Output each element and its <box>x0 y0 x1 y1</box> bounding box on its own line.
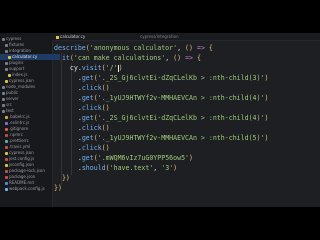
file-icon <box>5 175 8 179</box>
folder-icon <box>2 97 5 101</box>
file-icon <box>8 73 11 77</box>
file-icon <box>5 133 8 137</box>
file-icon <box>5 121 8 125</box>
file-icon <box>5 79 8 83</box>
file-icon <box>5 145 8 149</box>
file-icon <box>5 115 8 119</box>
tab-calculator[interactable]: calculator.cy <box>56 34 85 40</box>
code-line-5: .click() <box>77 84 110 92</box>
code-line-15: }) <box>54 184 62 192</box>
folder-icon <box>5 67 8 71</box>
code-line-12: .get('.mWQM6vIz7uG0YPP56ow5') <box>77 154 194 162</box>
code-line-9: .click() <box>77 124 110 132</box>
file-icon <box>5 151 8 155</box>
file-icon <box>5 157 8 161</box>
code-line-3: cy.visit('/') <box>69 64 123 72</box>
file-icon <box>5 127 8 131</box>
code-line-6: .get('._1yUJ9HTWYf2v-MMHAEVCAn > :nth-ch… <box>77 94 269 102</box>
folder-icon <box>2 109 5 113</box>
code-line-10: .get('._1yUJ9HTWYf2v-MMHAEVCAn > :nth-ch… <box>77 134 269 142</box>
editor-window: cypress fixtures integration calculator.… <box>0 33 320 207</box>
file-icon <box>5 181 8 185</box>
code-editor[interactable]: describe('anonymous calculator', () => {… <box>52 41 320 207</box>
file-icon <box>5 187 8 191</box>
file-icon <box>5 169 8 173</box>
code-line-1: describe('anonymous calculator', () => { <box>54 44 213 52</box>
folder-icon <box>2 91 5 95</box>
code-line-13: .should('have.text', '3') <box>77 164 178 172</box>
file-icon <box>5 163 8 167</box>
folder-icon <box>5 61 8 65</box>
folder-icon <box>5 49 8 53</box>
tree-item[interactable]: webpack.config.js <box>0 186 57 192</box>
file-explorer-sidebar[interactable]: cypress fixtures integration calculator.… <box>0 33 60 207</box>
file-icon <box>8 55 11 59</box>
code-line-14: }) <box>61 174 70 182</box>
editor-tab-bar: calculator.cy cypress/integration <box>52 33 320 41</box>
folder-icon <box>5 43 8 47</box>
code-line-8: .get('._2S_Gj6clvtEi-dZqCLelKb > :nth-ch… <box>77 114 269 122</box>
code-line-4: .get('._2S_Gj6clvtEi-dZqCLelKb > :nth-ch… <box>77 74 269 82</box>
folder-icon <box>2 103 5 107</box>
folder-icon <box>2 85 5 89</box>
code-line-7: .click() <box>77 104 110 112</box>
code-line-2: it('can make calculations', () => { <box>61 54 201 62</box>
folder-icon <box>2 37 5 41</box>
file-icon <box>5 139 8 143</box>
js-file-icon <box>56 35 59 39</box>
code-line-11: .click() <box>77 144 110 152</box>
breadcrumb: cypress/integration <box>140 34 179 39</box>
